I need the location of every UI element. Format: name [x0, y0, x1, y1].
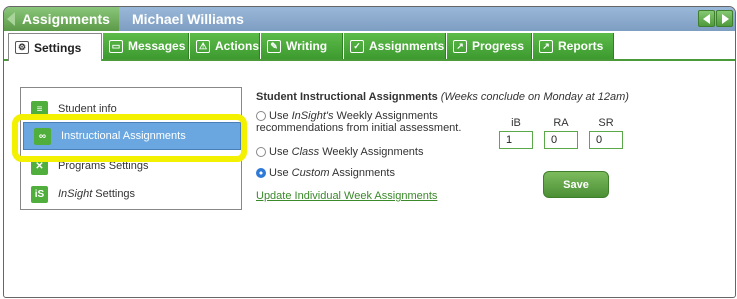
ib-input[interactable]: 1 [499, 131, 533, 149]
update-week-assignments-link[interactable]: Update Individual Week Assignments [256, 190, 437, 202]
sidebar-item-label: InSight Settings [58, 188, 136, 200]
student-info-icon: ≡ [31, 100, 48, 118]
student-name: Michael Williams [132, 11, 244, 27]
tab-reports[interactable]: ↗ Reports [533, 33, 614, 59]
radio-custom[interactable] [256, 168, 266, 178]
radio-insight-weekly[interactable] [256, 111, 266, 121]
title-bar: Assignments Michael Williams [4, 7, 735, 31]
tab-label: Assignments [369, 39, 445, 53]
tab-settings[interactable]: ⚙ Settings [8, 33, 102, 61]
tab-label: Messages [128, 39, 186, 53]
tab-label: Progress [472, 39, 525, 53]
gear-icon: ⚙ [15, 41, 29, 54]
programs-icon: ✕ [31, 157, 48, 175]
section-title: Assignments [22, 11, 110, 27]
panel-heading: Student Instructional Assignments (Weeks… [256, 91, 629, 103]
tab-label: Settings [34, 40, 82, 55]
sidebar-item-programs-settings[interactable]: ✕ Programs Settings [21, 154, 241, 178]
assignments-panel: Student Instructional Assignments (Weeks… [256, 91, 726, 202]
tab-messages[interactable]: ▭ Messages [103, 33, 189, 59]
back-arrow-icon[interactable] [7, 12, 15, 26]
tab-progress[interactable]: ↗ Progress [447, 33, 532, 59]
radio-class-weekly[interactable] [256, 147, 266, 157]
save-button[interactable]: Save [543, 171, 609, 198]
tab-assignments[interactable]: ✓ Assignments [344, 33, 446, 59]
tab-actions[interactable]: ⚠ Actions [190, 33, 260, 59]
settings-sidebar: ≡ Student info ∞ Instructional Assignmen… [20, 87, 242, 210]
left-arrow-icon [703, 14, 710, 24]
previous-student-button[interactable] [698, 10, 715, 27]
column-header-ra: RA [553, 117, 569, 129]
sidebar-item-student-info[interactable]: ≡ Student info [21, 97, 241, 121]
option-class-weekly[interactable]: Use Class Weekly Assignments [256, 146, 423, 158]
sr-input[interactable]: 0 [589, 131, 623, 149]
option-custom[interactable]: Use Custom Assignments [256, 167, 395, 179]
right-arrow-icon [722, 14, 729, 24]
warning-icon: ⚠ [196, 39, 210, 53]
chart-icon: ↗ [453, 39, 467, 53]
column-header-sr: SR [598, 117, 614, 129]
tab-label: Actions [215, 39, 260, 53]
message-icon: ▭ [109, 39, 123, 53]
sidebar-item-instructional-assignments[interactable]: ∞ Instructional Assignments [23, 122, 241, 150]
assignments-icon: ∞ [34, 127, 51, 145]
option-insight-weekly[interactable]: Use InSight's Weekly Assignments recomme… [256, 110, 461, 134]
report-icon: ↗ [539, 39, 553, 53]
column-header-ib: iB [511, 117, 521, 129]
sidebar-item-label: Student info [58, 103, 117, 115]
tab-label: Writing [286, 39, 328, 53]
sidebar-item-insight-settings[interactable]: iS InSight Settings [21, 182, 241, 206]
ra-input[interactable]: 0 [544, 131, 578, 149]
sidebar-item-label: Programs Settings [58, 160, 149, 172]
tab-label: Reports [558, 39, 604, 53]
next-student-button[interactable] [716, 10, 733, 27]
heading-note: (Weeks conclude on Monday at 12am) [440, 91, 629, 103]
pencil-icon: ✎ [267, 39, 281, 53]
tab-bar: ⚙ Settings ▭ Messages ⚠ Actions ✎ Writin… [4, 31, 735, 61]
checkmark-icon: ✓ [350, 39, 364, 53]
tab-writing[interactable]: ✎ Writing [261, 33, 343, 59]
insight-icon: iS [31, 185, 48, 203]
sidebar-item-label: Instructional Assignments [61, 130, 186, 142]
app-window: Assignments Michael Williams ⚙ Settings … [3, 6, 736, 298]
